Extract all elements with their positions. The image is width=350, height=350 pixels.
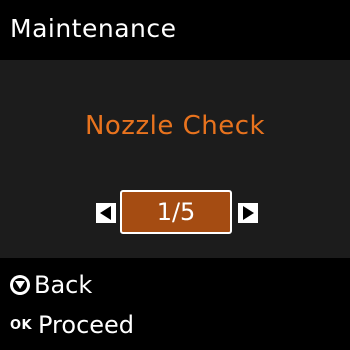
next-arrow-icon[interactable] <box>238 203 258 223</box>
title-bar: Maintenance <box>0 0 350 60</box>
content-panel: Nozzle Check 1/5 <box>0 60 350 258</box>
back-label: Back <box>34 271 93 299</box>
footer: Back OK Proceed <box>0 258 350 350</box>
page-indicator: 1/5 <box>120 190 232 234</box>
screen-title: Maintenance <box>10 14 177 43</box>
menu-item-label: Nozzle Check <box>84 111 266 141</box>
stop-icon <box>10 275 30 295</box>
ok-icon: OK <box>10 318 33 333</box>
previous-arrow-icon[interactable] <box>96 203 116 223</box>
proceed-label: Proceed <box>38 311 135 339</box>
